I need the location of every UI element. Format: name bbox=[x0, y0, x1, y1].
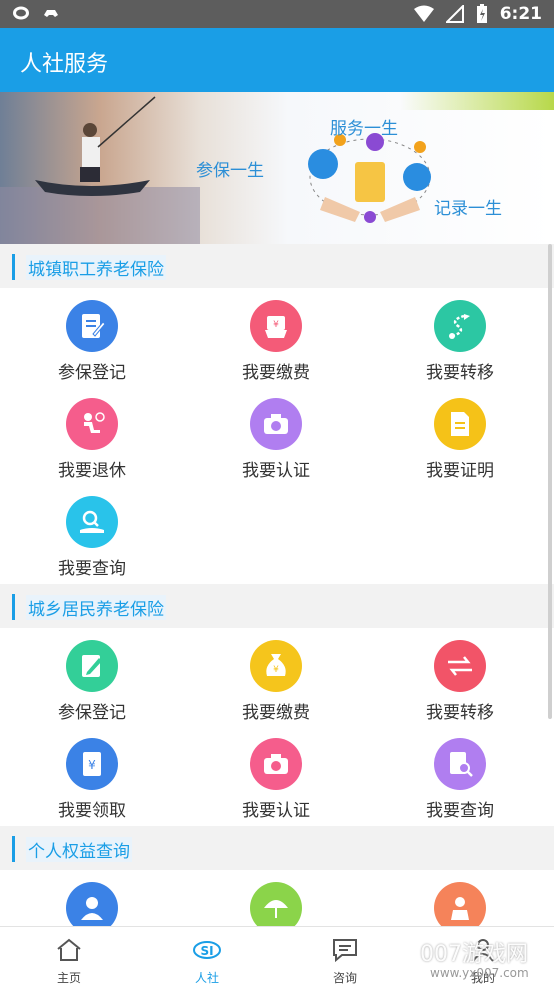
section-header-personal-rights: 个人权益查询 bbox=[0, 826, 554, 870]
service-item-certificate[interactable]: 我要证明 bbox=[368, 386, 552, 484]
service-label: 我要缴费 bbox=[242, 703, 310, 723]
transfer-arrows-icon bbox=[434, 640, 486, 692]
service-item-query[interactable]: 我要查询 bbox=[368, 726, 552, 824]
service-item-transfer[interactable]: 我要转移 bbox=[368, 288, 552, 386]
service-item-verify[interactable]: 我要认证 bbox=[184, 386, 368, 484]
service-label: 我要缴费 bbox=[242, 363, 310, 383]
scrollbar-thumb[interactable] bbox=[548, 244, 552, 719]
notification-icon bbox=[13, 6, 29, 20]
service-item-receive[interactable]: ¥ 我要领取 bbox=[0, 726, 184, 824]
payment-icon: ¥ bbox=[250, 300, 302, 352]
service-label: 我要转移 bbox=[426, 363, 494, 383]
service-item-payment[interactable]: ¥ 我要缴费 bbox=[184, 288, 368, 386]
service-item-verify[interactable]: 我要认证 bbox=[184, 726, 368, 824]
section-accent-bar bbox=[12, 594, 15, 620]
service-label: 我要认证 bbox=[242, 801, 310, 821]
watermark-url: www.yx007.com bbox=[430, 966, 529, 980]
service-grid-urban-employee: 参保登记 ¥ 我要缴费 我要转移 我要退休 我要认证 我要证明 我要查询 bbox=[0, 288, 554, 584]
service-label: 我要转移 bbox=[426, 703, 494, 723]
money-bag-icon: ¥ bbox=[250, 640, 302, 692]
search-doc-icon bbox=[434, 738, 486, 790]
search-hand-icon bbox=[66, 496, 118, 548]
section-title: 个人权益查询 bbox=[26, 837, 132, 862]
form-icon bbox=[66, 300, 118, 352]
watermark-logo: 007游戏网 bbox=[420, 942, 528, 967]
nav-label: 主页 bbox=[56, 971, 81, 985]
nav-item-consult[interactable]: 咨询 bbox=[276, 927, 414, 986]
worker-icon bbox=[434, 882, 486, 926]
service-item-insurance[interactable] bbox=[184, 870, 368, 926]
wifi-icon bbox=[413, 5, 434, 22]
promo-banner[interactable]: 服务一生 参保一生 记录一生 bbox=[0, 92, 554, 244]
signal-icon bbox=[445, 5, 464, 23]
home-icon bbox=[57, 938, 81, 961]
service-item-personal-info[interactable] bbox=[0, 870, 184, 926]
service-item-register[interactable]: 参保登记 bbox=[0, 288, 184, 386]
umbrella-icon bbox=[250, 882, 302, 926]
camera-icon bbox=[250, 398, 302, 450]
edit-form-icon bbox=[66, 640, 118, 692]
service-item-employment[interactable] bbox=[368, 870, 552, 926]
service-label: 我要退休 bbox=[58, 461, 126, 481]
service-label: 我要认证 bbox=[242, 461, 310, 481]
service-item-register[interactable]: 参保登记 bbox=[0, 628, 184, 726]
service-label: 我要领取 bbox=[58, 801, 126, 821]
route-icon bbox=[434, 300, 486, 352]
document-icon bbox=[434, 398, 486, 450]
nav-item-home[interactable]: 主页 bbox=[0, 927, 138, 986]
svg-text:¥: ¥ bbox=[273, 665, 279, 675]
banner-text-top: 服务一生 bbox=[330, 119, 398, 139]
fisherman-illustration bbox=[0, 96, 200, 244]
banner-text-right: 记录一生 bbox=[434, 199, 502, 219]
receipt-icon: ¥ bbox=[66, 738, 118, 790]
svg-text:¥: ¥ bbox=[273, 320, 279, 330]
section-accent-bar bbox=[12, 836, 15, 862]
service-item-query[interactable]: 我要查询 bbox=[0, 484, 184, 582]
svg-text:¥: ¥ bbox=[88, 758, 96, 772]
camera-icon bbox=[250, 738, 302, 790]
status-bar: 6:21 bbox=[0, 0, 554, 28]
service-item-retire[interactable]: 我要退休 bbox=[0, 386, 184, 484]
message-icon bbox=[333, 939, 357, 963]
service-grid-personal-rights bbox=[0, 870, 554, 926]
section-accent-bar bbox=[12, 254, 15, 280]
banner-accent bbox=[400, 92, 554, 110]
banner-text-left: 参保一生 bbox=[196, 161, 264, 181]
si-logo-icon: SI bbox=[193, 941, 221, 959]
service-label: 参保登记 bbox=[58, 703, 126, 723]
status-time: 6:21 bbox=[499, 4, 542, 24]
nav-label: 咨询 bbox=[332, 971, 357, 985]
service-label: 参保登记 bbox=[58, 363, 126, 383]
services-illustration bbox=[308, 133, 431, 223]
page-title: 人社服务 bbox=[20, 52, 109, 77]
service-item-transfer[interactable]: 我要转移 bbox=[368, 628, 552, 726]
svg-text:SI: SI bbox=[200, 944, 213, 958]
service-label: 我要查询 bbox=[58, 559, 126, 579]
retire-icon bbox=[66, 398, 118, 450]
section-header-urban-employee: 城镇职工养老保险 bbox=[0, 244, 554, 288]
game-controller-icon bbox=[44, 10, 58, 17]
service-grid-urban-rural-resident: 参保登记 ¥ 我要缴费 我要转移 ¥ 我要领取 我要认证 我要查询 bbox=[0, 628, 554, 826]
service-item-payment[interactable]: ¥ 我要缴费 bbox=[184, 628, 368, 726]
nav-label: 人社 bbox=[194, 971, 219, 985]
section-header-urban-rural-resident: 城乡居民养老保险 bbox=[0, 584, 554, 628]
person-icon bbox=[66, 882, 118, 926]
battery-icon bbox=[476, 4, 487, 23]
service-label: 我要证明 bbox=[426, 461, 494, 481]
section-title: 城乡居民养老保险 bbox=[26, 595, 166, 620]
service-label: 我要查询 bbox=[426, 801, 494, 821]
nav-item-social-security[interactable]: SI 人社 bbox=[138, 927, 276, 986]
section-title: 城镇职工养老保险 bbox=[26, 255, 166, 280]
app-bar: 人社服务 bbox=[0, 28, 554, 92]
